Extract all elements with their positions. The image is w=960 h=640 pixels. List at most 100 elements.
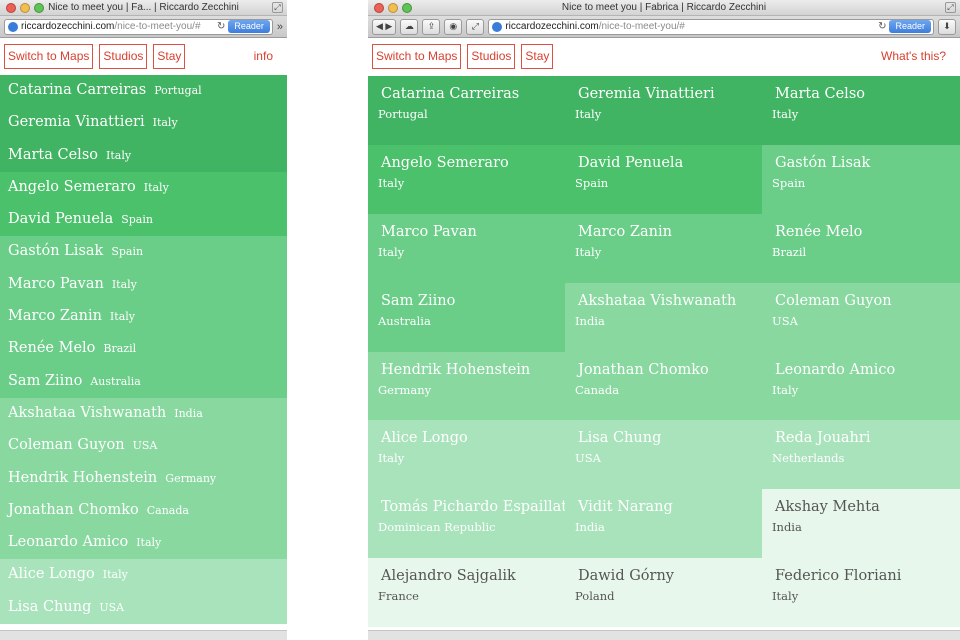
person-country: Italy [575, 244, 602, 259]
address-bar[interactable]: riccardozecchini.com /nice-to-meet-you/#… [4, 18, 273, 35]
person-country: Italy [772, 107, 799, 121]
person-tile[interactable]: Geremia Vinattieri Italy [565, 76, 762, 145]
reload-icon[interactable]: ↻ [217, 21, 225, 32]
info-link[interactable]: info [254, 49, 283, 63]
reader-button[interactable]: Reader [228, 20, 270, 33]
person-tile[interactable]: Coleman Guyon USA [762, 282, 960, 352]
person-tile[interactable]: Angelo Semeraro Italy [368, 144, 565, 214]
close-window-button[interactable] [374, 3, 384, 13]
switch-to-maps-button[interactable]: Switch to Maps [372, 43, 462, 69]
download-icon[interactable]: ⬇ [938, 18, 956, 35]
address-bar[interactable]: riccardozecchini.com /nice-to-meet-you/#… [488, 18, 934, 35]
person-tile[interactable]: Tomás Pichardo Espaillat Dominican Republ… [368, 489, 565, 559]
person-tile[interactable]: Alice Longo Italy [368, 420, 565, 490]
person-tile[interactable]: Reda Jouahri Netherlands [762, 420, 960, 490]
person-tile[interactable]: Federico Floriani Italy [762, 558, 960, 628]
studios-button[interactable]: Studios [99, 43, 148, 69]
list-item[interactable]: David Penuela Spain [0, 204, 287, 237]
list-item[interactable]: Gastón Lisak Spain [0, 236, 287, 269]
person-name: Alejandro Sajgalik [381, 568, 516, 585]
list-item[interactable]: Hendrik Hohenstein Germany [0, 462, 287, 495]
person-tile[interactable]: David Penuela Spain [565, 144, 762, 214]
studios-button[interactable]: Studios [467, 43, 516, 69]
stay-button[interactable]: Stay [153, 43, 186, 69]
list-item[interactable]: Catarina Carreiras Portugal [0, 75, 287, 108]
list-item[interactable]: Angelo Semeraro Italy [0, 171, 287, 205]
person-name: Lisa Chung [578, 430, 662, 447]
person-country: Canada [575, 382, 620, 397]
person-tile[interactable]: Lisa Chung USA [565, 420, 762, 490]
more-toolbar-button[interactable]: » [277, 21, 283, 33]
person-tile[interactable]: Gastón Lisak Spain [762, 144, 960, 214]
list-item[interactable]: Marta Celso Italy [0, 139, 287, 172]
person-tile[interactable]: Akshataa Vishwanath India [565, 282, 762, 352]
person-name: Renée Melo [8, 340, 96, 357]
list-item[interactable]: Leonardo Amico Italy [0, 527, 287, 560]
expand-icon[interactable]: ⤢ [466, 18, 485, 35]
person-name: Catarina Carreiras [8, 82, 147, 98]
person-country: Italy [106, 148, 132, 162]
person-tile[interactable]: Leonardo Amico Italy [762, 351, 960, 421]
share-icon[interactable]: ⇪ [422, 18, 441, 35]
person-name: Marco Zanin [8, 308, 102, 325]
icloud-tabs-icon[interactable]: ☁ [400, 18, 419, 35]
person-country: Italy [378, 244, 405, 259]
person-country: India [174, 406, 203, 420]
extension-icon[interactable]: ◉ [444, 18, 463, 35]
list-item[interactable]: Akshataa Vishwanath India [0, 397, 287, 431]
person-tile[interactable]: Hendrik Hohenstein Germany [368, 351, 565, 421]
person-country: Italy [378, 175, 405, 190]
list-item[interactable]: Coleman Guyon USA [0, 430, 287, 463]
person-tile[interactable]: Jonathan Chomko Canada [565, 351, 762, 421]
person-country: Dominican Republic [378, 520, 496, 535]
zoom-window-button[interactable] [402, 3, 412, 13]
close-window-button[interactable] [6, 3, 16, 13]
person-tile[interactable]: Marco Pavan Italy [368, 213, 565, 283]
switch-to-maps-button[interactable]: Switch to Maps [4, 43, 94, 69]
list-item[interactable]: Sam Ziino Australia [0, 365, 287, 398]
fullscreen-icon[interactable]: ⤢ [272, 2, 283, 13]
window-title: Nice to meet you | Fa... | Riccardo Zecc… [48, 2, 239, 13]
list-item[interactable]: Lisa Chung USA [0, 591, 287, 625]
person-tile[interactable]: Akshay Mehta India [762, 489, 960, 559]
person-country: India [575, 313, 605, 328]
person-tile[interactable]: Marco Zanin Italy [565, 213, 762, 283]
person-country: Italy [772, 589, 799, 604]
person-country: Italy [109, 310, 135, 324]
list-item[interactable]: Marco Pavan Italy [0, 268, 287, 302]
minimize-window-button[interactable] [20, 3, 30, 13]
person-country: Spain [111, 245, 144, 259]
person-tile[interactable]: Sam Ziino Australia [368, 282, 565, 352]
whats-this-link[interactable]: What's this? [881, 49, 956, 63]
list-item[interactable]: Alice Longo Italy [0, 559, 287, 592]
person-name: Sam Ziino [381, 292, 456, 309]
person-name: Reda Jouahri [775, 430, 871, 447]
list-item[interactable]: Renée Melo Brazil [0, 333, 287, 366]
reload-icon[interactable]: ↻ [878, 21, 886, 32]
person-tile[interactable]: Catarina Carreiras Portugal [368, 76, 565, 145]
list-item[interactable]: Geremia Vinattieri Italy [0, 107, 287, 140]
person-country: Netherlands [772, 451, 845, 466]
person-tile[interactable]: Renée Melo Brazil [762, 213, 960, 283]
person-country: Canada [146, 503, 189, 517]
title-bar: Nice to meet you | Fabrica | Riccardo Ze… [368, 0, 960, 16]
person-country: Italy [575, 107, 602, 121]
back-forward-icon[interactable]: ◀ ▶ [372, 18, 397, 35]
list-item[interactable]: Jonathan Chomko Canada [0, 494, 287, 528]
person-tile[interactable]: Vidit Narang India [565, 489, 762, 559]
person-country: Poland [575, 589, 615, 604]
window-controls [6, 3, 44, 13]
person-name: Tomás Pichardo Espaillat [381, 499, 565, 516]
person-tile[interactable]: Marta Celso Italy [762, 76, 960, 145]
fullscreen-icon[interactable]: ⤢ [945, 2, 956, 13]
list-item[interactable]: Marco Zanin Italy [0, 301, 287, 334]
person-country: USA [575, 451, 601, 466]
person-name: Akshataa Vishwanath [8, 404, 167, 421]
reader-button[interactable]: Reader [889, 20, 931, 33]
person-name: Marta Celso [8, 146, 98, 163]
stay-button[interactable]: Stay [521, 43, 554, 69]
person-tile[interactable]: Alejandro Sajgalik France [368, 558, 565, 628]
zoom-window-button[interactable] [34, 3, 44, 13]
person-tile[interactable]: Dawid Górny Poland [565, 558, 762, 628]
minimize-window-button[interactable] [388, 3, 398, 13]
